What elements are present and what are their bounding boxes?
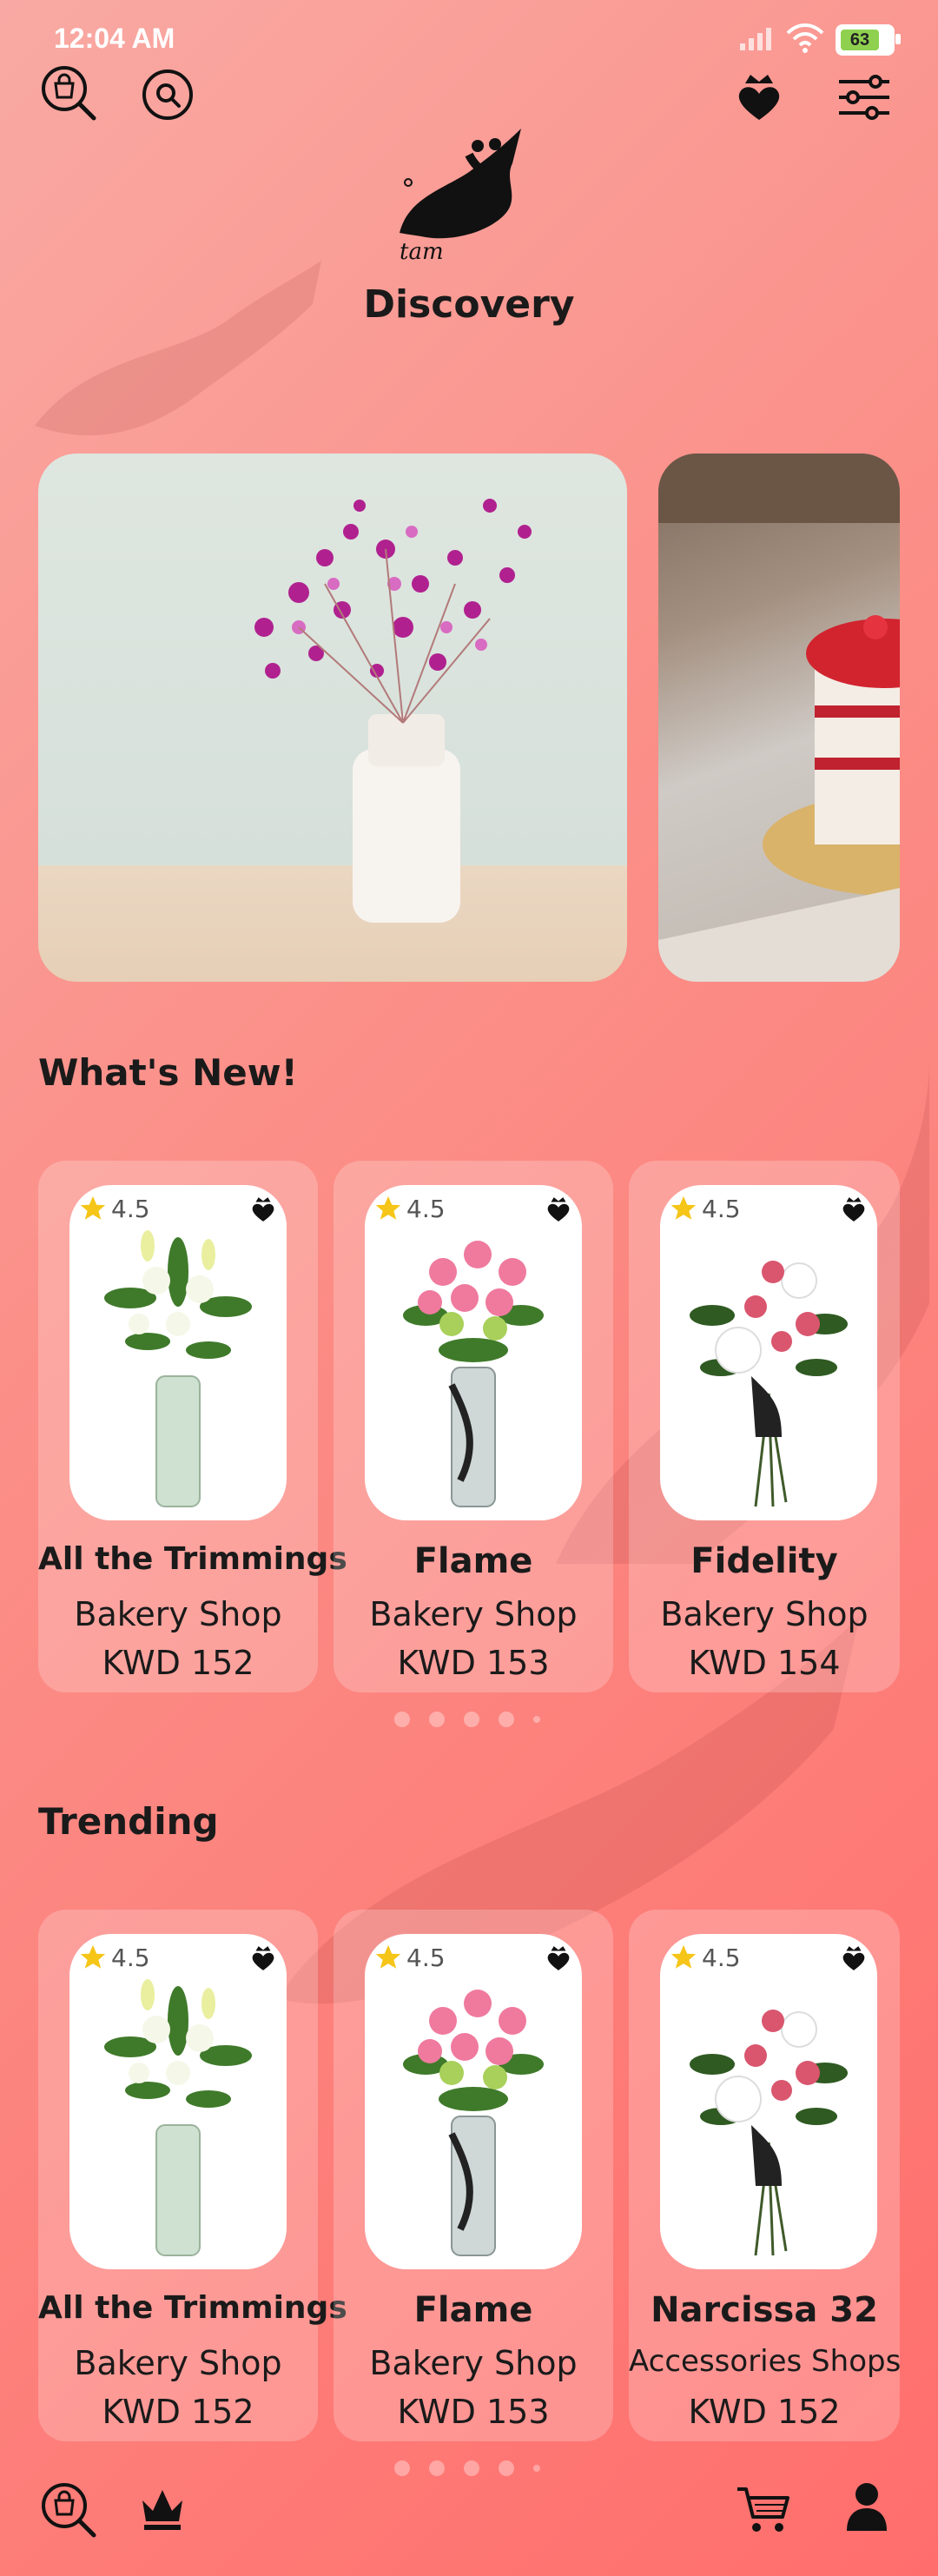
nav-shops-button[interactable] bbox=[38, 2480, 99, 2540]
rating-value: 4.5 bbox=[702, 1943, 741, 1972]
product-price: KWD 152 bbox=[688, 2393, 841, 2431]
shop-name: Bakery Shop bbox=[74, 2344, 282, 2382]
brand-logo: tam bbox=[373, 120, 538, 268]
product-image: 4.5 bbox=[69, 1185, 287, 1520]
cart-icon bbox=[737, 2487, 789, 2532]
filter-icon bbox=[839, 75, 889, 120]
page-title: Discovery bbox=[363, 282, 575, 327]
shop-name: Accessories Shops bbox=[629, 2344, 902, 2379]
carousel-dot[interactable] bbox=[464, 2460, 479, 2476]
product-price: KWD 154 bbox=[688, 1644, 841, 1682]
product-card[interactable]: 4.5 Flame Bakery Shop KWD 153 bbox=[334, 1910, 613, 2441]
shop-name: Bakery Shop bbox=[660, 1595, 869, 1633]
product-price: KWD 152 bbox=[102, 1644, 254, 1682]
star-icon bbox=[375, 1195, 401, 1220]
lily-bouquet-image bbox=[104, 1979, 252, 2256]
rating: 4.5 bbox=[669, 1194, 741, 1223]
pink-rose-bouquet-image bbox=[403, 1990, 544, 2256]
battery-indicator: 63 bbox=[836, 24, 901, 56]
product-name: Flame bbox=[413, 1541, 533, 1581]
product-name: All the Trimmings bbox=[38, 2290, 347, 2326]
product-name: Flame bbox=[413, 2290, 533, 2330]
rating: 4.5 bbox=[669, 1943, 741, 1972]
rating-value: 4.5 bbox=[111, 1943, 150, 1972]
product-name: All the Trimmings bbox=[38, 1541, 347, 1577]
rating-value: 4.5 bbox=[702, 1194, 741, 1223]
star-icon bbox=[80, 1944, 106, 1969]
rating-value: 4.5 bbox=[406, 1943, 446, 1972]
signal-icon bbox=[740, 28, 771, 50]
product-image: 4.5 bbox=[69, 1934, 287, 2269]
carousel-dot[interactable] bbox=[533, 2465, 540, 2472]
carousel-dot[interactable] bbox=[394, 1712, 410, 1727]
star-icon bbox=[670, 1944, 697, 1969]
shop-search-icon bbox=[42, 66, 96, 121]
product-card[interactable]: 4.5 Flame Bakery Shop KWD 153 bbox=[334, 1161, 613, 1692]
product-name: Narcissa 32 bbox=[651, 2290, 878, 2330]
tam-logo-mark: tam bbox=[400, 129, 521, 265]
section-title-whats-new: What's New! bbox=[38, 1051, 298, 1094]
product-price: KWD 153 bbox=[397, 2393, 550, 2431]
logo-wordmark: tam bbox=[400, 239, 444, 265]
carousel-dot[interactable] bbox=[533, 1716, 540, 1723]
rating-value: 4.5 bbox=[111, 1194, 150, 1223]
product-image: 4.5 bbox=[660, 1185, 877, 1520]
carousel-dots bbox=[394, 2460, 540, 2476]
product-card[interactable]: 4.5 All the Trimmings Bakery Shop KWD 15… bbox=[38, 1910, 347, 2441]
profile-icon bbox=[847, 2483, 887, 2531]
banner-slide[interactable] bbox=[38, 454, 627, 982]
carousel-dot[interactable] bbox=[499, 2460, 514, 2476]
rating: 4.5 bbox=[373, 1194, 446, 1223]
search-icon bbox=[142, 70, 193, 120]
star-icon bbox=[375, 1944, 401, 1969]
shop-name: Bakery Shop bbox=[369, 1595, 578, 1633]
flowers-vase-image bbox=[254, 499, 532, 923]
carousel-dots bbox=[394, 1712, 540, 1727]
pink-rose-bouquet-image bbox=[403, 1241, 544, 1507]
carousel-dot[interactable] bbox=[429, 1712, 445, 1727]
search-button[interactable] bbox=[139, 66, 196, 123]
favorites-button[interactable] bbox=[733, 71, 785, 123]
product-price: KWD 152 bbox=[102, 2393, 254, 2431]
carousel-dot[interactable] bbox=[499, 1712, 514, 1727]
product-card[interactable]: 4.5 Fidelity Bakery Shop KWD 154 bbox=[629, 1161, 900, 1692]
lily-bouquet-image bbox=[104, 1230, 252, 1507]
crown-heart-icon bbox=[738, 75, 780, 120]
shop-name: Bakery Shop bbox=[369, 2344, 578, 2382]
rating: 4.5 bbox=[78, 1194, 150, 1223]
star-icon bbox=[670, 1195, 697, 1220]
product-image: 4.5 bbox=[365, 1934, 582, 2269]
mixed-bouquet-image bbox=[690, 1261, 848, 1507]
rating: 4.5 bbox=[373, 1943, 446, 1972]
crown-icon bbox=[142, 2490, 182, 2530]
rating: 4.5 bbox=[78, 1943, 150, 1972]
product-image: 4.5 bbox=[660, 1934, 877, 2269]
section-title-trending: Trending bbox=[38, 1800, 219, 1843]
red-velvet-cake-image bbox=[658, 454, 900, 982]
bottom-navigation bbox=[0, 2476, 938, 2576]
battery-level: 63 bbox=[841, 30, 879, 50]
star-icon bbox=[80, 1195, 106, 1220]
banner-slide[interactable] bbox=[658, 454, 900, 982]
product-image: 4.5 bbox=[365, 1185, 582, 1520]
product-name: Fidelity bbox=[690, 1541, 838, 1581]
product-card[interactable]: 4.5 Narcissa 32 Accessories Shops KWD 15… bbox=[629, 1910, 902, 2441]
product-card[interactable]: 4.5 All the Trimmings Bakery Shop KWD 15… bbox=[38, 1161, 347, 1692]
nav-profile-button[interactable] bbox=[842, 2480, 891, 2533]
shop-search-icon bbox=[42, 2483, 96, 2538]
mixed-bouquet-image bbox=[690, 2010, 848, 2256]
carousel-dot[interactable] bbox=[429, 2460, 445, 2476]
carousel-dot[interactable] bbox=[394, 2460, 410, 2476]
shop-search-button[interactable] bbox=[38, 63, 99, 123]
wifi-icon bbox=[786, 23, 824, 53]
status-time: 12:04 AM bbox=[54, 23, 175, 54]
shop-name: Bakery Shop bbox=[74, 1595, 282, 1633]
filter-button[interactable] bbox=[836, 73, 893, 122]
rating-value: 4.5 bbox=[406, 1194, 446, 1223]
nav-cart-button[interactable] bbox=[735, 2483, 792, 2535]
carousel-dot[interactable] bbox=[464, 1712, 479, 1727]
product-price: KWD 153 bbox=[397, 1644, 550, 1682]
nav-premium-button[interactable] bbox=[135, 2481, 189, 2535]
